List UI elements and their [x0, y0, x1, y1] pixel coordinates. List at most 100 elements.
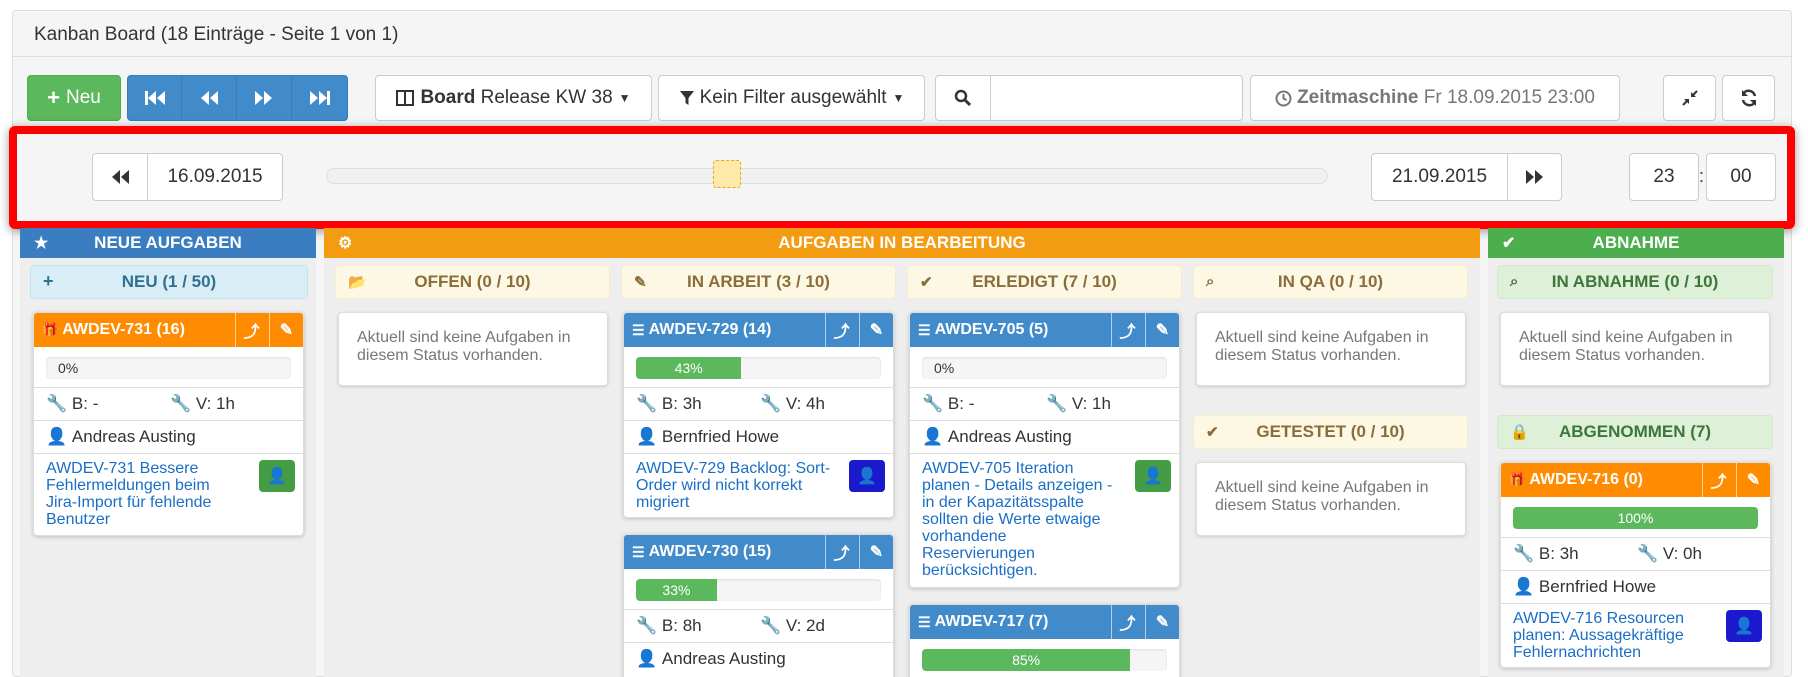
prev-page-button[interactable] — [181, 75, 237, 121]
wrench-icon: 🔧 — [170, 394, 192, 413]
pencil-icon[interactable]: ✎ — [1145, 605, 1179, 639]
new-button-label: Neu — [66, 87, 101, 108]
assignee-name: Andreas Austing — [947, 427, 1072, 446]
task-link[interactable]: AWDEV-731 Bessere Fehlermeldungen beim J… — [46, 460, 242, 528]
booked-time: B: 3h — [661, 394, 702, 413]
list-icon: ☰ — [632, 543, 645, 560]
search-button[interactable] — [935, 75, 991, 121]
progress-bar: 43% — [636, 357, 881, 379]
share-icon[interactable]: ⤴ — [825, 313, 857, 347]
pencil-icon[interactable]: ✎ — [269, 313, 303, 347]
board-label: Board — [420, 87, 476, 108]
card-description: AWDEV-716 Resourcen planen: Aussagekräft… — [1501, 603, 1770, 667]
first-page-button[interactable] — [127, 75, 182, 121]
task-card[interactable]: 🎁 AWDEV-731 (16) ⤴ ✎ 0% 🔧 B: - 🔧 V: 1h 👤… — [33, 312, 304, 536]
task-card[interactable]: ☰ AWDEV-705 (5) ⤴ ✎ 0% 🔧 B: - 🔧 V: 1h 👤 … — [909, 312, 1180, 588]
task-card[interactable]: ☰ AWDEV-730 (15) ⤴ ✎ 33% 🔧 B: 8h 🔧 V: 2d… — [623, 534, 894, 677]
pencil-icon[interactable]: ✎ — [859, 313, 893, 347]
avatar[interactable]: 👤 — [849, 460, 885, 492]
user-icon: 👤 — [636, 649, 658, 668]
lock-icon: 🔒 — [1510, 424, 1529, 441]
lane-inqa[interactable]: ⌕ IN QA (0 / 10) — [1193, 265, 1468, 299]
filter-icon — [679, 91, 694, 105]
share-icon[interactable]: ⤴ — [825, 535, 857, 569]
last-page-button[interactable] — [291, 75, 348, 121]
gift-icon: 🎁 — [1509, 472, 1526, 487]
lane-offen[interactable]: 📂 OFFEN (0 / 10) — [335, 265, 610, 299]
pencil-icon[interactable]: ✎ — [859, 535, 893, 569]
timemachine-button[interactable]: Zeitmaschine Fr 18.09.2015 23:00 — [1250, 75, 1620, 121]
card-description: AWDEV-705 Iteration planen - Details anz… — [910, 453, 1179, 585]
lane-neu[interactable]: + NEU (1 / 50) — [30, 265, 308, 299]
progress-label: 85% — [1012, 652, 1041, 668]
list-icon: ☰ — [632, 321, 645, 338]
progress-bar: 85% — [922, 649, 1167, 671]
wrench-icon: 🔧 — [1637, 544, 1659, 563]
column-header-abnahme: ✔ ABNAHME — [1488, 228, 1784, 258]
card-header: ☰ AWDEV-730 (15) ⤴ ✎ — [624, 535, 893, 569]
assignee-name: Bernfried Howe — [661, 427, 780, 446]
pencil-icon[interactable]: ✎ — [1145, 313, 1179, 347]
task-card[interactable]: ☰ AWDEV-717 (7) ⤴ ✎ 85% — [909, 604, 1180, 677]
card-header: ☰ AWDEV-705 (5) ⤴ ✎ — [910, 313, 1179, 347]
fast-forward-icon — [309, 91, 330, 105]
lane-getestet[interactable]: ✔ GETESTET (0 / 10) — [1193, 415, 1468, 449]
user-icon: 👤 — [1143, 467, 1163, 485]
list-icon: ☰ — [918, 321, 931, 338]
empty-message: Aktuell sind keine Aufgaben in diesem St… — [1196, 312, 1466, 386]
next-page-button[interactable] — [236, 75, 292, 121]
new-button[interactable]: + Neu — [27, 75, 121, 121]
share-icon[interactable]: ⤴ — [1111, 313, 1143, 347]
lane-abgenommen[interactable]: 🔒 ABGENOMMEN (7) — [1497, 415, 1773, 449]
lane-label: OFFEN (0 / 10) — [414, 272, 531, 291]
refresh-icon — [1741, 89, 1756, 107]
timemachine-label: Zeitmaschine — [1297, 87, 1419, 108]
assignee-row: 👤 Bernfried Howe — [1501, 570, 1770, 603]
task-card[interactable]: 🎁 AWDEV-716 (0) ⤴ ✎ 100% 🔧 B: 3h 🔧 V: 0h… — [1500, 462, 1771, 668]
lane-label: ABGENOMMEN (7) — [1558, 422, 1712, 441]
lane-label: IN ARBEIT (3 / 10) — [687, 272, 830, 291]
compress-button[interactable] — [1663, 75, 1716, 121]
progress-bar: 0% — [46, 357, 291, 379]
estimate-row: 🔧 B: - 🔧 V: 1h — [34, 387, 303, 420]
card-description: AWDEV-729 Backlog: Sort-Order wird nicht… — [624, 453, 893, 517]
booked-time: B: - — [947, 394, 975, 413]
progress-label: 33% — [662, 582, 691, 598]
avatar[interactable]: 👤 — [259, 460, 295, 492]
user-icon: 👤 — [46, 427, 68, 446]
lane-inarbeit[interactable]: ✎ IN ARBEIT (3 / 10) — [621, 265, 896, 299]
filter-select[interactable]: Kein Filter ausgewählt ▼ — [658, 75, 925, 121]
progress-bar: 33% — [636, 579, 881, 601]
empty-message: Aktuell sind keine Aufgaben in diesem St… — [338, 312, 608, 386]
column-header-bearbeitung: ⚙ AUFGABEN IN BEARBEITUNG — [324, 228, 1480, 258]
lane-inabnahme[interactable]: ⌕ IN ABNAHME (0 / 10) — [1497, 265, 1773, 299]
pencil-icon[interactable]: ✎ — [1736, 463, 1770, 497]
list-icon: ☰ — [918, 613, 931, 630]
share-icon[interactable]: ⤴ — [235, 313, 267, 347]
search-icon: ⌕ — [1206, 273, 1215, 290]
search-input[interactable] — [990, 75, 1243, 121]
avatar[interactable]: 👤 — [1726, 610, 1762, 642]
lane-erledigt[interactable]: ✔ ERLEDIGT (7 / 10) — [907, 265, 1182, 299]
board-select[interactable]: Board Release KW 38 ▼ — [375, 75, 652, 121]
estimate-row: 🔧 B: - 🔧 V: 1h — [910, 387, 1179, 420]
assignee-row: 👤 Andreas Austing — [34, 420, 303, 453]
fast-backward-icon — [144, 91, 165, 105]
share-icon[interactable]: ⤴ — [1702, 463, 1734, 497]
column-label: ABNAHME — [1592, 233, 1680, 252]
column-label: NEUE AUFGABEN — [94, 233, 242, 252]
assignee-row: 👤 Andreas Austing — [910, 420, 1179, 453]
task-link[interactable]: AWDEV-716 Resourcen planen: Aussagekräft… — [1513, 610, 1709, 661]
estimate-row: 🔧 B: 8h 🔧 V: 2d — [624, 609, 893, 642]
card-header: 🎁 AWDEV-731 (16) ⤴ ✎ — [34, 313, 303, 347]
task-link[interactable]: AWDEV-729 Backlog: Sort-Order wird nicht… — [636, 460, 832, 511]
avatar[interactable]: 👤 — [1135, 460, 1171, 492]
task-link[interactable]: AWDEV-705 Iteration planen - Details anz… — [922, 460, 1118, 579]
lane-label: IN ABNAHME (0 / 10) — [1551, 272, 1719, 291]
booked-time: B: - — [71, 394, 99, 413]
task-card[interactable]: ☰ AWDEV-729 (14) ⤴ ✎ 43% 🔧 B: 3h 🔧 V: 4h… — [623, 312, 894, 518]
wrench-icon: 🔧 — [922, 394, 944, 413]
refresh-button[interactable] — [1722, 75, 1775, 121]
share-icon[interactable]: ⤴ — [1111, 605, 1143, 639]
user-icon: 👤 — [267, 467, 287, 485]
